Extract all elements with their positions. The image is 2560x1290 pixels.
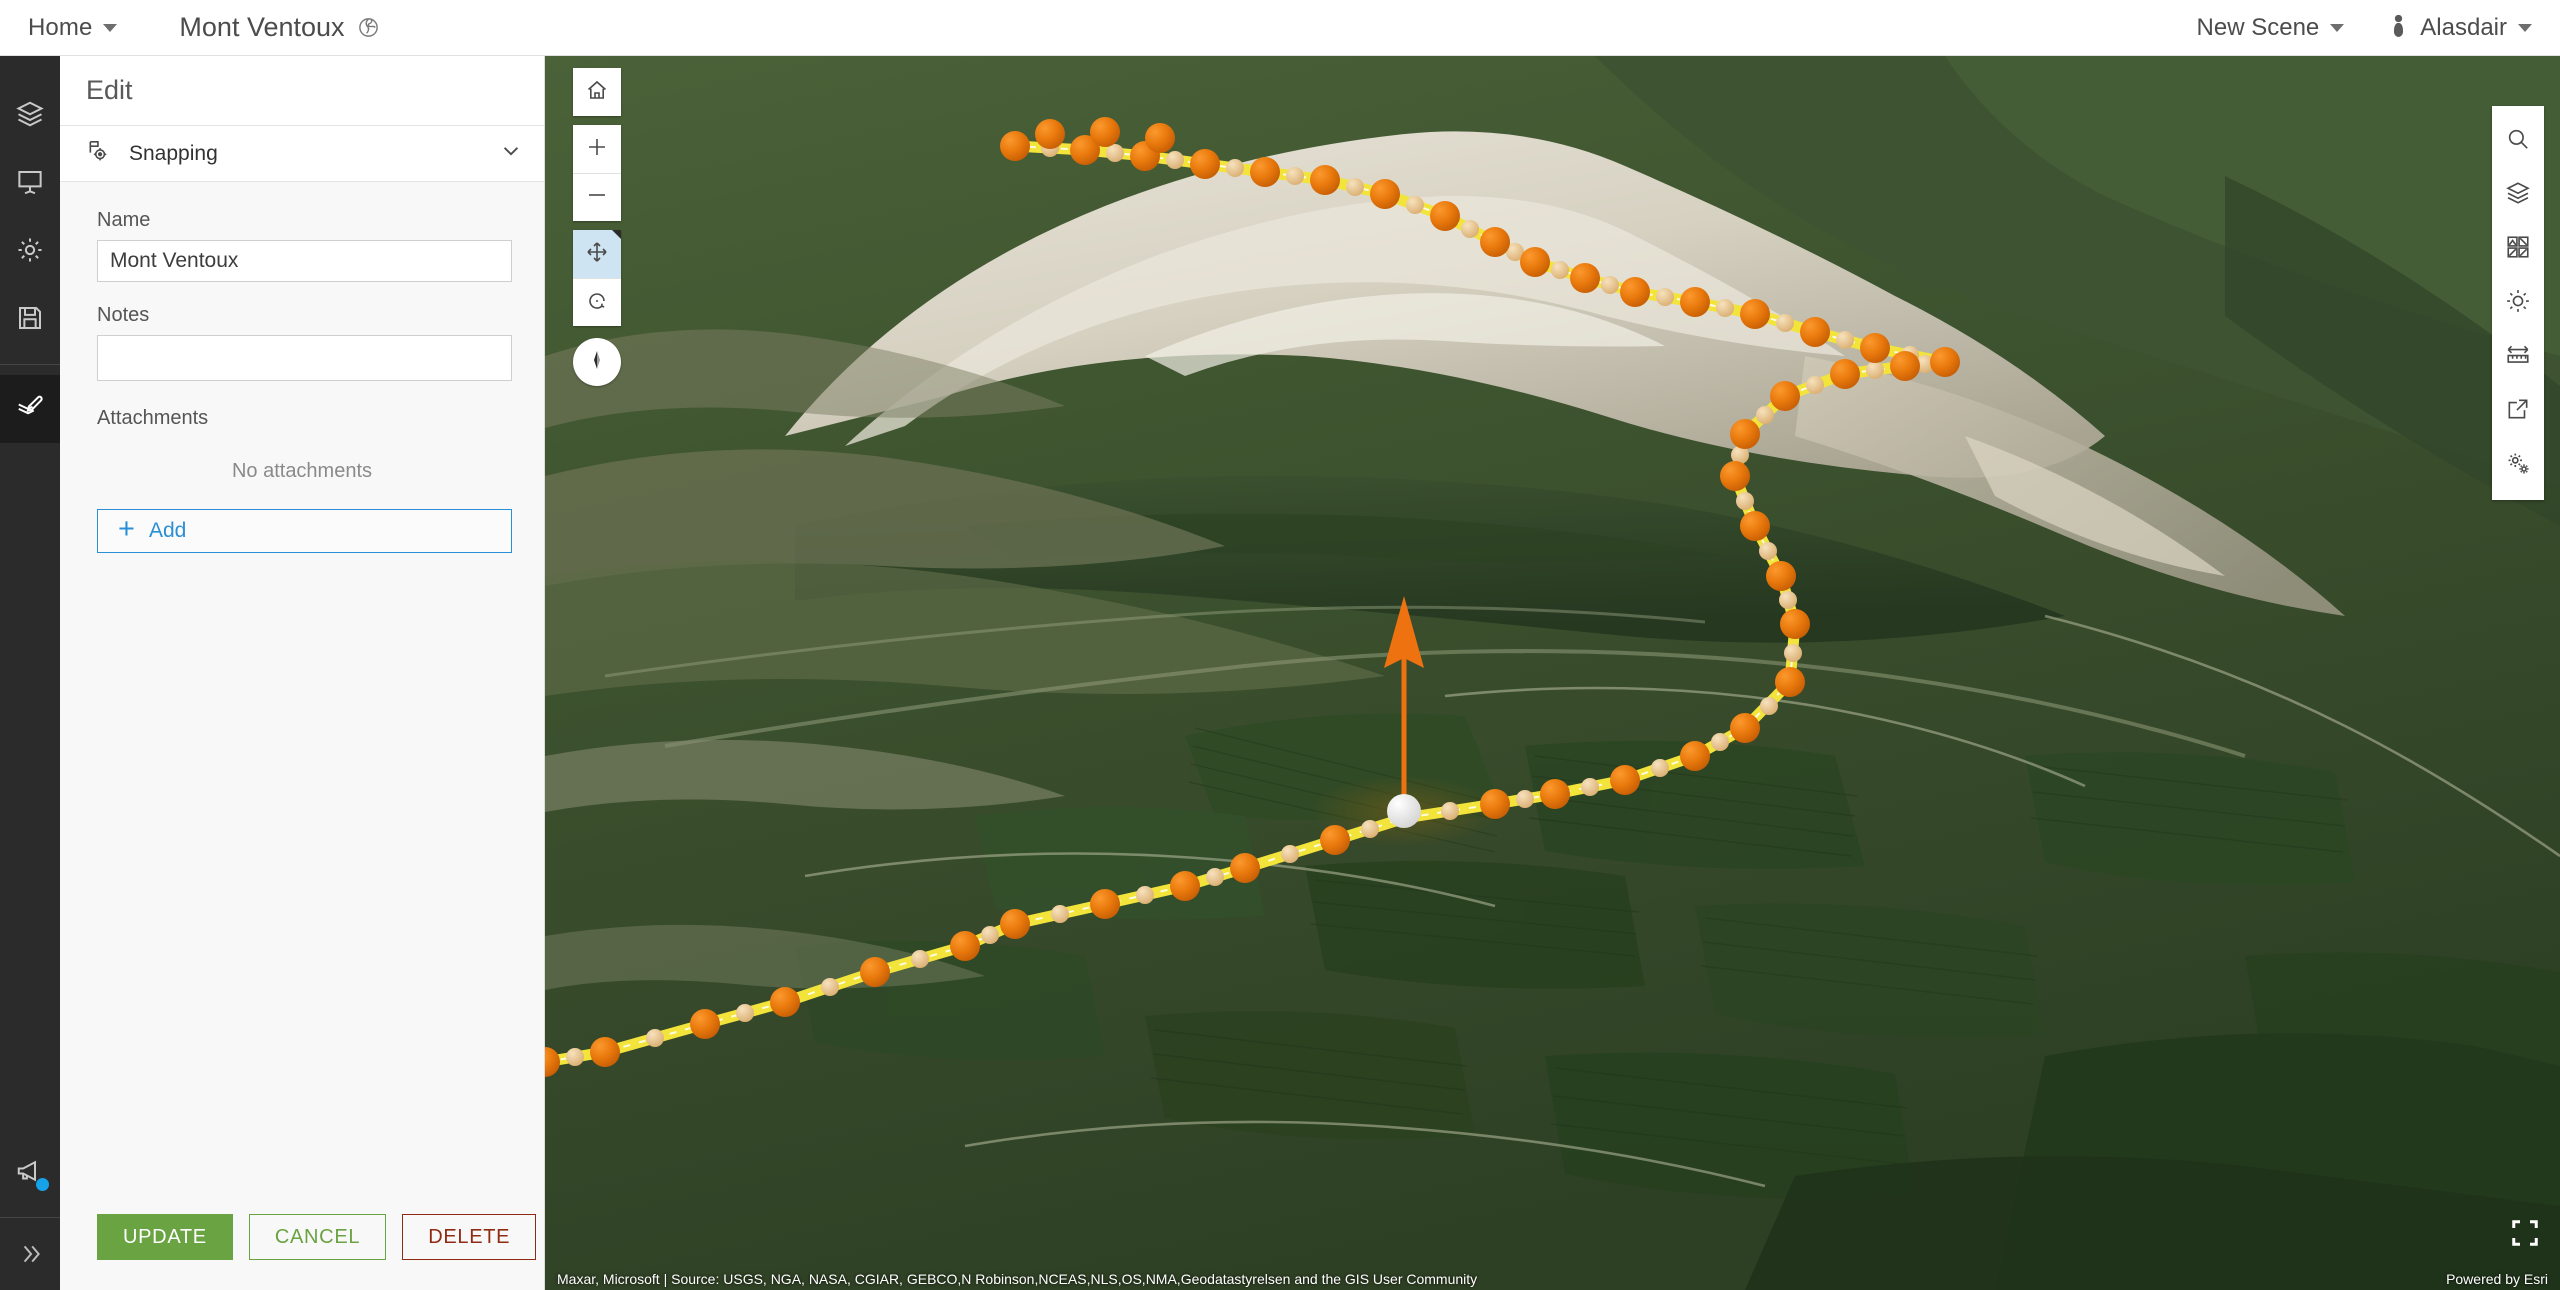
sidebar-item-save[interactable] (0, 286, 60, 354)
notes-field-label: Notes (97, 304, 150, 326)
compass-button[interactable] (573, 338, 621, 386)
scene-menu-label: New Scene (2196, 13, 2320, 41)
rotate-icon (585, 288, 609, 317)
page-title: Mont Ventoux (179, 12, 345, 42)
compass-needle-icon (585, 348, 609, 377)
globe-icon (357, 16, 380, 39)
rail-divider-bottom (0, 1217, 60, 1218)
chevron-down-icon (2330, 23, 2345, 32)
user-avatar-icon (2388, 13, 2409, 43)
left-rail (0, 56, 60, 1290)
scene-view[interactable]: Maxar, Microsoft | Source: USGS, NGA, NA… (545, 56, 2560, 1290)
fullscreen-icon (2510, 1220, 2540, 1252)
navigation-mode-group (573, 230, 621, 326)
layers-icon (15, 99, 45, 134)
scene-title-group: Mont Ventoux (179, 12, 379, 43)
edit-panel: Edit Snapping Name Mont Ventoux Notes At… (60, 56, 545, 1290)
sidebar-item-layers[interactable] (0, 82, 60, 150)
gear-icon (15, 235, 45, 270)
expand-rail-button[interactable] (0, 1228, 60, 1284)
snapping-label: Snapping (129, 141, 218, 165)
floppy-save-icon (15, 303, 45, 338)
edit-layers-icon (15, 392, 45, 427)
edit-panel-title: Edit (86, 75, 133, 105)
chevron-down-icon[interactable] (500, 140, 522, 167)
sidebar-item-edit[interactable] (0, 375, 60, 443)
measure-icon (2505, 342, 2531, 373)
sidebar-item-slides[interactable] (0, 150, 60, 218)
layers-icon (2505, 180, 2531, 211)
minus-icon (585, 183, 609, 212)
chevron-down-icon (2518, 23, 2532, 32)
measure-button[interactable] (2492, 330, 2544, 384)
sun-icon (2505, 288, 2531, 319)
attachments-label: Attachments (97, 407, 209, 429)
add-attachment-button[interactable]: + Add (97, 509, 512, 553)
basemap-gallery-button[interactable] (2492, 222, 2544, 276)
sidebar-item-settings[interactable] (0, 218, 60, 286)
layers-button[interactable] (2492, 168, 2544, 222)
satellite-terrain (545, 56, 2560, 1290)
field-spacer (97, 282, 507, 304)
header-left: Home Mont Ventoux (28, 12, 380, 43)
name-input[interactable] (97, 240, 512, 282)
map-tools-panel (2492, 106, 2544, 500)
scene-menu[interactable]: New Scene (2197, 14, 2345, 42)
rotate-button[interactable] (573, 278, 621, 326)
update-button[interactable]: UPDATE (97, 1214, 233, 1260)
app-body: Edit Snapping Name Mont Ventoux Notes At… (0, 56, 2560, 1290)
notes-input[interactable] (97, 335, 512, 381)
plus-icon: + (118, 513, 135, 545)
basemap-grid-icon (2505, 234, 2531, 265)
header-right: New Scene Alasdair (2197, 13, 2532, 43)
daylight-button[interactable] (2492, 276, 2544, 330)
snapping-section-toggle[interactable]: Snapping (60, 126, 544, 182)
no-attachments-text: No attachments (231, 460, 373, 482)
map-navigation-controls (573, 68, 621, 386)
gears-icon (2505, 450, 2531, 481)
rail-divider (0, 364, 60, 365)
notification-badge (36, 1178, 49, 1191)
chevron-down-icon (103, 23, 118, 32)
user-label: Alasdair (2420, 13, 2507, 41)
cancel-button[interactable]: CANCEL (248, 1214, 387, 1260)
map-settings-button[interactable] (2492, 438, 2544, 492)
edit-form: Name Notes Attachments No attachments + … (60, 182, 544, 1214)
announcements-button[interactable] (0, 1139, 60, 1207)
edit-panel-header: Edit (60, 56, 544, 126)
plus-icon (585, 135, 609, 164)
zoom-group (573, 125, 621, 221)
name-field-label: Name (97, 209, 151, 231)
edit-panel-actions: UPDATE CANCEL DELETE (60, 1214, 544, 1290)
fullscreen-button[interactable] (2510, 1218, 2540, 1248)
add-attachment-label: Add (148, 519, 187, 542)
home-menu[interactable]: Home (28, 13, 118, 42)
selected-vertex (1387, 794, 1421, 828)
snapping-icon (86, 138, 129, 169)
zoom-out-button[interactable] (573, 173, 621, 221)
share-icon (2505, 396, 2531, 427)
scene-viewer-app: Home Mont Ventoux New Scene Alasdair Edi… (0, 0, 2560, 1290)
rail-bottom-group (0, 1139, 60, 1290)
home-button[interactable] (573, 68, 621, 116)
delete-button[interactable]: DELETE (402, 1214, 537, 1260)
pan-arrows-icon (585, 240, 609, 269)
zoom-in-button[interactable] (573, 125, 621, 173)
search-icon (2505, 126, 2531, 157)
user-menu[interactable]: Alasdair (2388, 13, 2532, 43)
pan-button[interactable] (573, 230, 621, 278)
presentation-icon (15, 167, 45, 202)
share-button[interactable] (2492, 384, 2544, 438)
home-group (573, 68, 621, 116)
app-header: Home Mont Ventoux New Scene Alasdair (0, 0, 2560, 56)
search-button[interactable] (2492, 114, 2544, 168)
home-icon (585, 78, 609, 107)
rail-top-group (0, 56, 60, 443)
chevrons-right-icon (17, 1241, 43, 1272)
home-label: Home (28, 13, 93, 41)
